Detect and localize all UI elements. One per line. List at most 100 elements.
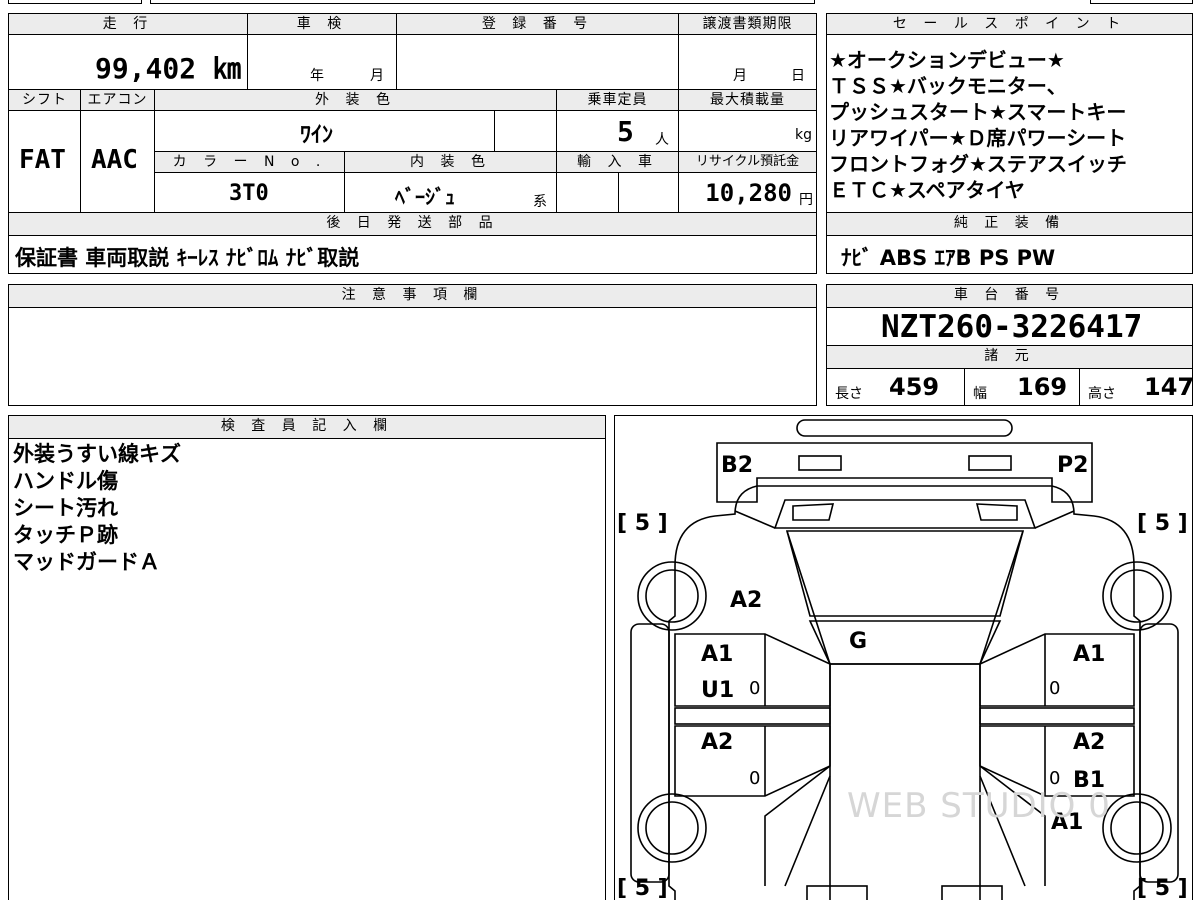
width-cell: 幅 169 (964, 368, 1080, 406)
aircon-value: AAC (91, 145, 138, 175)
belt-right (979, 707, 1135, 725)
notes-label: 注 意 事 項 欄 (8, 284, 817, 308)
capacity-value: 5 (617, 115, 634, 148)
front-bumper-left (806, 885, 868, 900)
shift-value: FAT (19, 145, 66, 175)
sales-points-list: ★オークションデビュー★ ＴＳＳ★バックモニター、 プッシュスタート★スマートキ… (829, 47, 1127, 203)
roof-shape (785, 530, 1025, 617)
aircon-cell: AAC (80, 110, 155, 213)
top-sliver (1090, 0, 1193, 4)
chassis-label: 車 台 番 号 (826, 284, 1193, 308)
inspection-label: 車 検 (247, 13, 397, 35)
sales-point-line: プッシュスタート★スマートキー (829, 100, 1127, 124)
tire-mark-front-left: [ 5 ] (617, 876, 668, 900)
top-sliver (8, 0, 142, 4)
wheel-front-left-inner (645, 801, 699, 855)
inspector-cell: 外装うすい線キズ ハンドル傷 シート汚れ タッチＰ跡 マッドガードＡ (8, 438, 606, 900)
damage-code-rear-right: P2 (1057, 453, 1089, 478)
length-label: 長さ (835, 386, 863, 402)
max-load-label: 最大積載量 (678, 89, 817, 111)
sales-point-line: ＥＴＣ★スペアタイヤ (829, 178, 1025, 202)
tire-mark-front-right: [ 5 ] (1137, 876, 1188, 900)
deadline-day-unit: 日 (791, 68, 805, 84)
damage-code-front-door-right: A2 (1073, 730, 1106, 755)
cabin-shape (829, 663, 981, 900)
interior-color-suffix: 系 (533, 194, 547, 210)
recycle-cell: 10,280 円 (678, 172, 817, 213)
interior-color-cell: ﾍﾞｰｼﾞｭ 系 (344, 172, 557, 213)
chassis-cell: NZT260-3226417 (826, 307, 1193, 346)
import-cell-b (618, 172, 679, 213)
top-sliver (150, 0, 815, 4)
damage-code-roof-center: G (849, 629, 868, 654)
later-parts-cell: 保証書 車両取説 ｷｰﾚｽ ﾅﾋﾞﾛﾑ ﾅﾋﾞ取説 (8, 235, 817, 274)
inspector-note: タッチＰ跡 (13, 523, 118, 547)
inspector-label: 検 査 員 記 入 欄 (8, 415, 606, 439)
notes-cell (8, 307, 817, 406)
damage-code-rear-door-left: A1 (701, 642, 734, 667)
width-label: 幅 (973, 386, 987, 402)
sales-point-line: ＴＳＳ★バックモニター、 (829, 74, 1067, 98)
genuine-equipment-value: ﾅﾋﾞ ABS ｴｱB PS PW (841, 246, 1056, 270)
color-no-cell: 3T0 (154, 172, 345, 213)
tire-mark-rear-left: [ 5 ] (617, 511, 668, 536)
capacity-unit: 人 (655, 132, 669, 148)
rear-glass-left (792, 503, 835, 521)
exterior-color-extra-cell (494, 110, 557, 152)
inspector-note: シート汚れ (13, 496, 118, 520)
sales-point-line: フロントフォグ★ステアスイッチ (829, 152, 1127, 176)
sales-points-label: セ ー ル ス ポ イ ン ト (826, 13, 1193, 35)
rear-light-right (968, 455, 1012, 471)
length-cell: 長さ 459 (826, 368, 965, 406)
rear-hatch-shape (716, 442, 1093, 503)
damage-diagram: [ 5 ] [ 5 ] [ 5 ] [ 5 ] B2 P2 A2 G A1 U1… (614, 415, 1193, 900)
rear-light-left (798, 455, 842, 471)
zero-mark: 0 (1049, 678, 1061, 699)
wheel-front-left (637, 793, 707, 863)
interior-color-label: 内 装 色 (344, 151, 557, 173)
capacity-label: 乗車定員 (556, 89, 679, 111)
zero-mark: 0 (749, 768, 761, 789)
interior-color-value: ﾍﾞｰｼﾞｭ (395, 185, 455, 209)
aircon-label: エアコン (80, 89, 155, 111)
damage-code-roof-left: A2 (730, 588, 763, 613)
damage-code-rear-door-right: A1 (1073, 642, 1106, 667)
recycle-unit: 円 (799, 192, 813, 208)
color-no-label: カ ラ ー N o . (154, 151, 345, 173)
c-pillars (786, 530, 1024, 665)
deadline-cell: 月 日 (678, 34, 817, 90)
pillar-lines (734, 510, 1075, 529)
width-value: 169 (1017, 373, 1068, 401)
transfer-deadline-label: 譲渡書類期限 (678, 13, 817, 35)
import-cell-a (556, 172, 619, 213)
inspector-note: ハンドル傷 (13, 469, 118, 493)
length-value: 459 (889, 373, 940, 401)
registration-label: 登 録 番 号 (396, 13, 679, 35)
front-pillars (764, 765, 1046, 886)
capacity-cell: 5 人 (556, 110, 679, 152)
wheel-rear-left-inner (645, 569, 699, 623)
recycle-label: リサイクル預託金 (678, 151, 817, 173)
rear-glass-right (975, 503, 1018, 521)
inspector-note: マッドガードＡ (13, 550, 160, 574)
genuine-equipment-cell: ﾅﾋﾞ ABS ｴｱB PS PW (826, 235, 1193, 274)
wheel-rear-right-inner (1110, 569, 1164, 623)
exterior-color-label: 外 装 色 (154, 89, 557, 111)
sales-point-line: ★オークションデビュー★ (829, 48, 1065, 72)
damage-code-rear-left: B2 (721, 453, 754, 478)
exterior-color-cell: ﾜｲﾝ (154, 110, 495, 152)
rear-bumper-shape (796, 419, 1013, 437)
genuine-equipment-label: 純 正 装 備 (826, 212, 1193, 236)
sales-point-line: リアワイパー★Ｄ席パワーシート (829, 126, 1127, 150)
registration-cell (396, 34, 679, 90)
body-outline (668, 485, 1141, 900)
height-cell: 高さ 147 (1079, 368, 1193, 406)
wheel-front-right-inner (1110, 801, 1164, 855)
sunroof-shape (808, 620, 1002, 665)
sales-points-cell: ★オークションデビュー★ ＴＳＳ★バックモニター、 プッシュスタート★スマートキ… (826, 34, 1193, 213)
max-load-cell: kg (678, 110, 817, 152)
wheel-rear-right (1102, 561, 1172, 631)
recycle-fee-value: 10,280 (705, 179, 792, 207)
inspection-cell: 年 月 (247, 34, 397, 90)
mileage-cell: 99,402 ㎞ (8, 34, 248, 90)
